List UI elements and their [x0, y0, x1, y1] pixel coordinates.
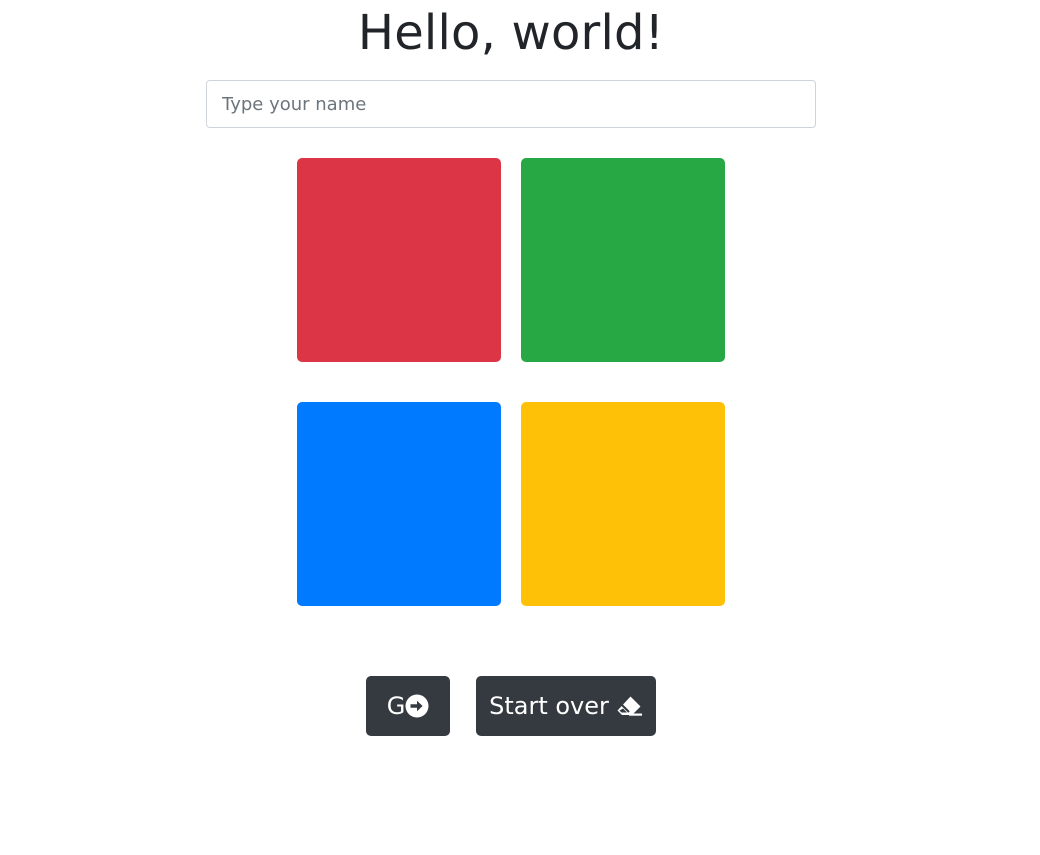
eraser-icon [615, 694, 643, 718]
color-tile-green[interactable] [521, 158, 725, 362]
go-button-label: G [386, 692, 406, 720]
start-over-button-label: Start over [489, 692, 609, 720]
page-title: Hello, world! [357, 5, 665, 61]
color-tile-red[interactable] [297, 158, 501, 362]
arrow-circle-right-icon [405, 694, 429, 718]
go-button[interactable]: G [366, 676, 450, 736]
name-input[interactable] [206, 80, 816, 128]
color-tile-blue[interactable] [297, 402, 501, 606]
page: Hello, world! G Start over [0, 0, 1040, 855]
color-tile-yellow[interactable] [521, 402, 725, 606]
start-over-button[interactable]: Start over [476, 676, 656, 736]
